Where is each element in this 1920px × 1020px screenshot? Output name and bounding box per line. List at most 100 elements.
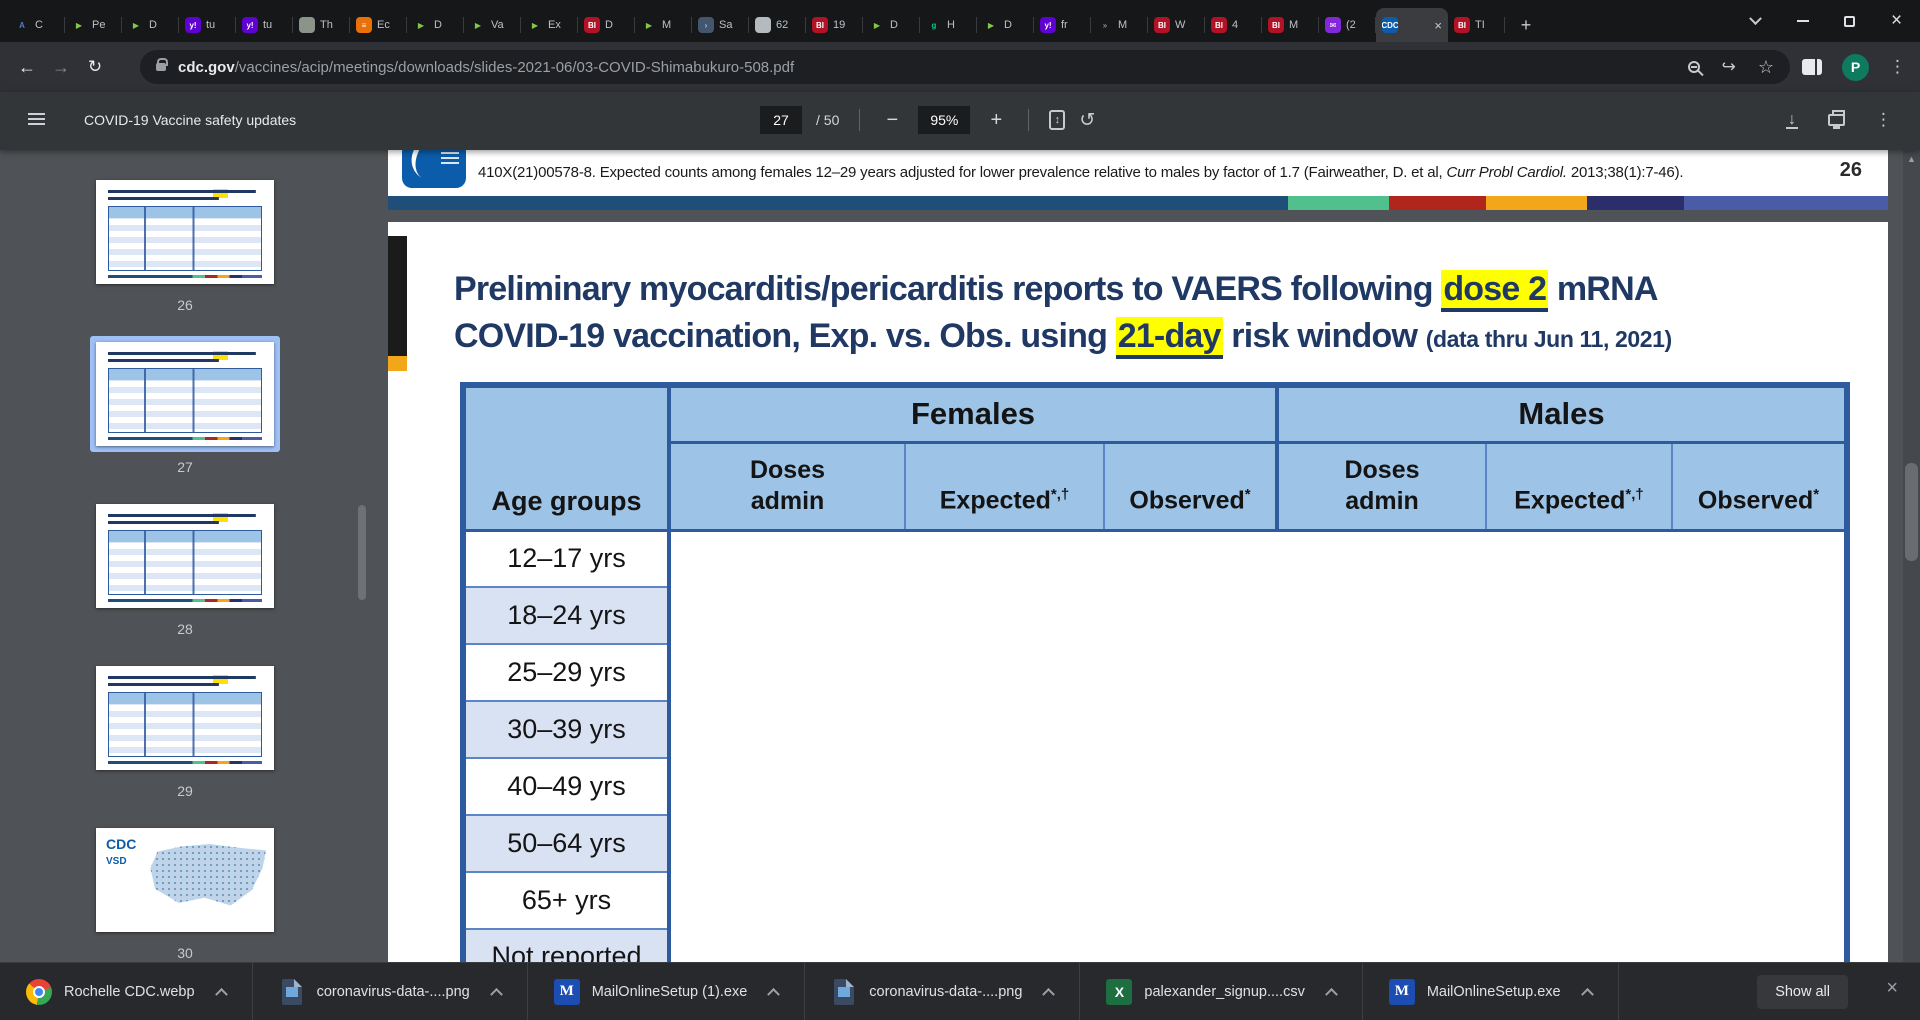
- back-button[interactable]: [10, 50, 44, 84]
- download-item[interactable]: M MailOnlineSetup (1).exe: [528, 963, 806, 1020]
- browser-tab[interactable]: BI D ×: [578, 8, 635, 42]
- fit-page-icon[interactable]: [1049, 110, 1066, 130]
- pdf-menu-icon[interactable]: [28, 113, 45, 125]
- tab-close-icon[interactable]: ×: [1434, 19, 1442, 32]
- browser-tab[interactable]: ▶ Pe ×: [65, 8, 122, 42]
- browser-tab[interactable]: y! tu ×: [236, 8, 293, 42]
- close-downloads-bar-icon[interactable]: [1886, 977, 1898, 1000]
- download-file-name: coronavirus-data-....png: [316, 983, 470, 1000]
- minimize-icon[interactable]: [1779, 0, 1826, 42]
- tab-title: tu: [206, 19, 216, 31]
- maximize-icon[interactable]: [1826, 0, 1873, 42]
- tab-list: A C × ▶ Pe × ▶ D × y! tu: [0, 0, 1505, 42]
- browser-tab-strip: A C × ▶ Pe × ▶ D × y! tu: [0, 0, 1920, 42]
- browser-tab[interactable]: y! tu ×: [179, 8, 236, 42]
- browser-tab[interactable]: BI 19 ×: [806, 8, 863, 42]
- tab-title: Ec: [377, 19, 390, 31]
- browser-tab[interactable]: › Sa ×: [692, 8, 749, 42]
- download-chevron-icon[interactable]: [767, 987, 781, 1001]
- document-scrollbar[interactable]: [1903, 150, 1920, 962]
- browser-tab[interactable]: ✉ (2 ×: [1319, 8, 1376, 42]
- browser-tab[interactable]: ▶ M ×: [635, 8, 692, 42]
- page-thumbnail[interactable]: [96, 666, 274, 770]
- share-icon[interactable]: [1722, 57, 1736, 77]
- forward-button[interactable]: [44, 50, 78, 84]
- tab-title: D: [890, 19, 898, 31]
- download-chevron-icon[interactable]: [489, 987, 503, 1001]
- download-item[interactable]: coronavirus-data-....png: [253, 963, 528, 1020]
- page-thumbnail[interactable]: [96, 342, 274, 446]
- slide-page-number: 26: [1839, 159, 1862, 181]
- tab-title: D: [605, 19, 613, 31]
- scroll-up-icon[interactable]: [1903, 154, 1920, 164]
- lock-icon[interactable]: [156, 58, 168, 71]
- browser-tab[interactable]: ≡ Ec ×: [350, 8, 407, 42]
- tab-search-icon[interactable]: [1732, 0, 1779, 42]
- browser-tab[interactable]: ▶ D ×: [122, 8, 179, 42]
- download-icon[interactable]: [1786, 112, 1798, 129]
- browser-tab[interactable]: ▶ D ×: [407, 8, 464, 42]
- browser-tab[interactable]: g H ×: [920, 8, 977, 42]
- profile-avatar[interactable]: P: [1842, 53, 1869, 81]
- browser-tab[interactable]: Th ×: [293, 8, 350, 42]
- download-item[interactable]: Rochelle CDC.webp: [0, 963, 253, 1020]
- zoom-level[interactable]: 95%: [918, 106, 971, 134]
- browser-tab[interactable]: CDC ×: [1376, 8, 1448, 42]
- browser-tab[interactable]: y! fr ×: [1034, 8, 1091, 42]
- pdf-menu-more-icon[interactable]: [1875, 110, 1892, 130]
- browser-tab[interactable]: BI W ×: [1148, 8, 1205, 42]
- url-bar[interactable]: cdc.gov/vaccines/acip/meetings/downloads…: [140, 50, 1790, 84]
- rotate-icon[interactable]: [1079, 109, 1095, 132]
- browser-tab[interactable]: ▶ D ×: [863, 8, 920, 42]
- download-item[interactable]: M MailOnlineSetup.exe: [1363, 963, 1619, 1020]
- print-icon[interactable]: [1828, 110, 1845, 129]
- download-chevron-icon[interactable]: [1580, 987, 1594, 1001]
- browser-tab[interactable]: ▶ Va ×: [464, 8, 521, 42]
- download-item[interactable]: X palexander_signup....csv: [1080, 963, 1363, 1020]
- sub-header: Observed*: [1671, 441, 1849, 532]
- browser-tab[interactable]: BI TI ×: [1448, 8, 1505, 42]
- thumbnail-slot: CDC VSD 30: [90, 822, 280, 962]
- sub-header: Doses admin: [1275, 441, 1488, 532]
- side-panel-icon[interactable]: [1802, 59, 1822, 75]
- download-chevron-icon[interactable]: [1324, 987, 1338, 1001]
- browser-tab[interactable]: ▶ D ×: [977, 8, 1034, 42]
- download-item[interactable]: coronavirus-data-....png: [805, 963, 1081, 1020]
- strip-segment: [1586, 196, 1684, 210]
- page-thumbnail[interactable]: [96, 504, 274, 608]
- download-chevron-icon[interactable]: [214, 987, 228, 1001]
- close-window-icon[interactable]: [1873, 0, 1920, 42]
- sub-header: Expected*,†: [1485, 441, 1674, 532]
- download-file-icon: M: [553, 978, 580, 1005]
- download-chevron-icon[interactable]: [1042, 987, 1056, 1001]
- table-row: 40–49 yrs: [462, 757, 1848, 816]
- browser-menu-icon[interactable]: [1889, 57, 1906, 77]
- page-number-input[interactable]: 27: [760, 106, 802, 134]
- window-controls: [1732, 0, 1920, 42]
- pdf-viewer: 26 27 28 29 CDC VSD 30 410X(21)00578-8. …: [0, 150, 1920, 962]
- zoom-in-button[interactable]: +: [984, 109, 1008, 132]
- tab-favicon: [299, 17, 315, 33]
- scrollbar-thumb[interactable]: [1905, 463, 1918, 561]
- browser-tab[interactable]: A C ×: [8, 8, 65, 42]
- citation-text: 410X(21)00578-8. Expected counts among f…: [478, 164, 1684, 181]
- new-tab-button[interactable]: +: [1513, 12, 1539, 38]
- page-thumbnail[interactable]: [96, 180, 274, 284]
- thumb-table: [108, 692, 262, 757]
- browser-tab[interactable]: ▶ Ex ×: [521, 8, 578, 42]
- page-thumbnail[interactable]: CDC VSD: [96, 828, 274, 932]
- zoom-page-icon[interactable]: [1687, 61, 1700, 73]
- zoom-out-button[interactable]: −: [880, 109, 904, 132]
- sidebar-scrollbar[interactable]: [358, 505, 366, 600]
- show-all-downloads-button[interactable]: Show all: [1757, 975, 1848, 1009]
- reload-button[interactable]: [78, 50, 112, 84]
- browser-tab[interactable]: » M ×: [1091, 8, 1148, 42]
- browser-tab[interactable]: 62 ×: [749, 8, 806, 42]
- bookmark-star-icon[interactable]: [1758, 57, 1774, 78]
- thumb-color-strip: [108, 599, 262, 602]
- browser-tab[interactable]: BI 4 ×: [1205, 8, 1262, 42]
- browser-toolbar: cdc.gov/vaccines/acip/meetings/downloads…: [0, 42, 1920, 92]
- tab-title: H: [947, 19, 955, 31]
- browser-tab[interactable]: BI M ×: [1262, 8, 1319, 42]
- tab-title: (2: [1346, 19, 1356, 31]
